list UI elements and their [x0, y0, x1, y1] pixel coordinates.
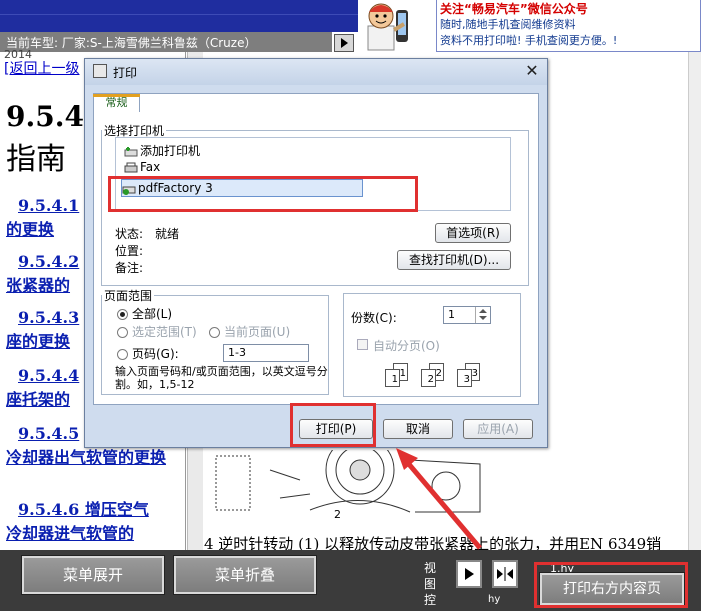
radio-dot — [209, 327, 220, 338]
document-scrollbar[interactable] — [688, 52, 701, 550]
status-label: 状态: — [115, 227, 144, 241]
badge-bottom: hy — [488, 594, 501, 605]
preferences-button[interactable]: 首选项(R) — [435, 223, 511, 243]
wechat-ad[interactable]: 关注“畅易汽车”微信公众号 随时,随地手机查阅维修资料 资料不用打印啦! 手机查… — [358, 0, 701, 52]
toc-item-text: 座托架的 — [6, 390, 71, 409]
radio-label: 当前页面(U) — [224, 325, 291, 339]
radio-label: 选定范围(T) — [132, 325, 197, 339]
toc-item-text: 张紧器的 — [6, 276, 71, 295]
find-printer-button[interactable]: 查找打印机(D)... — [397, 250, 511, 270]
printer-item-fax[interactable]: Fax — [124, 160, 160, 174]
chevron-down-icon — [479, 316, 487, 320]
printer-icon — [93, 64, 107, 78]
highlight-box-print — [290, 403, 376, 447]
radio-label: 全部(L) — [132, 307, 173, 321]
toc-item-number: 9.5.4.4 — [18, 366, 80, 385]
ad-title: 关注“畅易汽车”微信公众号 — [440, 2, 588, 16]
radio-dot — [117, 349, 128, 360]
menu-expand-button[interactable]: 菜单展开 — [21, 555, 165, 595]
page-range-legend: 页面范围 — [104, 289, 153, 303]
range-selection-radio[interactable]: 选定范围(T) — [117, 323, 197, 340]
tab-general[interactable]: 常规 — [93, 94, 140, 112]
toc-item-number: 9.5.4.2 — [18, 252, 80, 271]
toc-item-number: 9.5.4.6 增压空气 — [18, 500, 149, 519]
printer-item-add[interactable]: 添加打印机 — [124, 142, 200, 159]
view-right-button[interactable] — [456, 560, 482, 588]
split-icon — [497, 567, 513, 581]
fax-icon — [124, 162, 138, 174]
view-label-text-2: 控 — [424, 593, 437, 607]
toc-item-number: 9.5.4.5 — [18, 424, 80, 443]
menu-collapse-button[interactable]: 菜单折叠 — [173, 555, 317, 595]
cancel-button[interactable]: 取消 — [383, 419, 453, 439]
printer-name: 添加打印机 — [140, 144, 201, 158]
view-label-text: 视图 — [424, 561, 437, 591]
copies-label: 份数(C): — [351, 311, 397, 325]
dialog-titlebar[interactable]: 打印 ✕ — [85, 59, 547, 85]
collate-checkbox[interactable] — [357, 339, 368, 350]
radio-dot — [117, 309, 128, 320]
comment-label: 备注: — [115, 261, 144, 275]
ad-line-2: 资料不用打印啦! 手机查阅更方便。! — [440, 34, 618, 47]
add-printer-icon — [124, 146, 138, 158]
engine-diagram — [215, 450, 481, 513]
chevron-up-icon — [479, 309, 487, 313]
toc-item-text: 的更换 — [6, 220, 55, 239]
toc-item-6[interactable]: 9.5.4.6 增压空气 冷却器进气软管的 — [6, 498, 185, 546]
section-number: 9.5.4 — [6, 100, 84, 133]
range-pages-radio[interactable]: 页码(G): — [117, 345, 179, 362]
figure-number: 2 — [334, 508, 341, 521]
collate-label: 自动分页(O) — [373, 339, 440, 353]
toc-item-text: 冷却器进气软管的 — [6, 524, 135, 543]
page-range-hint: 输入页面号码和/或页面范围，以英文逗号分割。如，1,5-12 — [115, 365, 328, 391]
arrow-right-icon — [465, 568, 474, 580]
range-current-radio[interactable]: 当前页面(U) — [209, 323, 290, 340]
toc-item-number: 9.5.4.3 — [18, 308, 80, 327]
copies-spinner[interactable] — [475, 307, 490, 323]
view-split-button[interactable] — [492, 560, 518, 588]
toc-item-number: 9.5.4.1 — [18, 196, 80, 215]
print-dialog: 打印 ✕ 常规 选择打印机 添加打印机 Fax pdfFactory 3 状态:… — [84, 58, 548, 448]
apply-button[interactable]: 应用(A) — [463, 419, 533, 439]
view-control-label: 视图 控 — [424, 560, 440, 608]
highlight-box-print-right — [534, 562, 688, 608]
mascot-image — [367, 3, 408, 51]
range-all-radio[interactable]: 全部(L) — [117, 305, 172, 322]
radio-label: 页码(G): — [132, 347, 179, 361]
ad-line-1: 随时,随地手机查阅维修资料 — [440, 18, 576, 31]
radio-dot — [117, 327, 128, 338]
back-link[interactable]: [返回上一级 — [4, 58, 79, 78]
dialog-title: 打印 — [113, 66, 138, 80]
top-banner — [0, 0, 358, 32]
close-icon[interactable]: ✕ — [521, 61, 543, 81]
location-label: 位置: — [115, 244, 144, 258]
model-year: 2014 — [4, 48, 32, 61]
toc-item-text: 座的更换 — [6, 332, 71, 351]
toc-item-text: 冷却器出气软管的更换 — [6, 448, 167, 467]
current-model-bar: 当前车型: 厂家:S-上海雪佛兰科鲁兹（Cruze） — [0, 32, 332, 52]
section-title: 指南 — [6, 142, 66, 177]
printer-name: Fax — [140, 160, 161, 174]
status-value: 就绪 — [155, 227, 180, 241]
pages-input[interactable]: 1-3 — [223, 344, 309, 362]
highlight-box-printer — [108, 176, 418, 212]
model-expand-button[interactable] — [334, 34, 354, 52]
